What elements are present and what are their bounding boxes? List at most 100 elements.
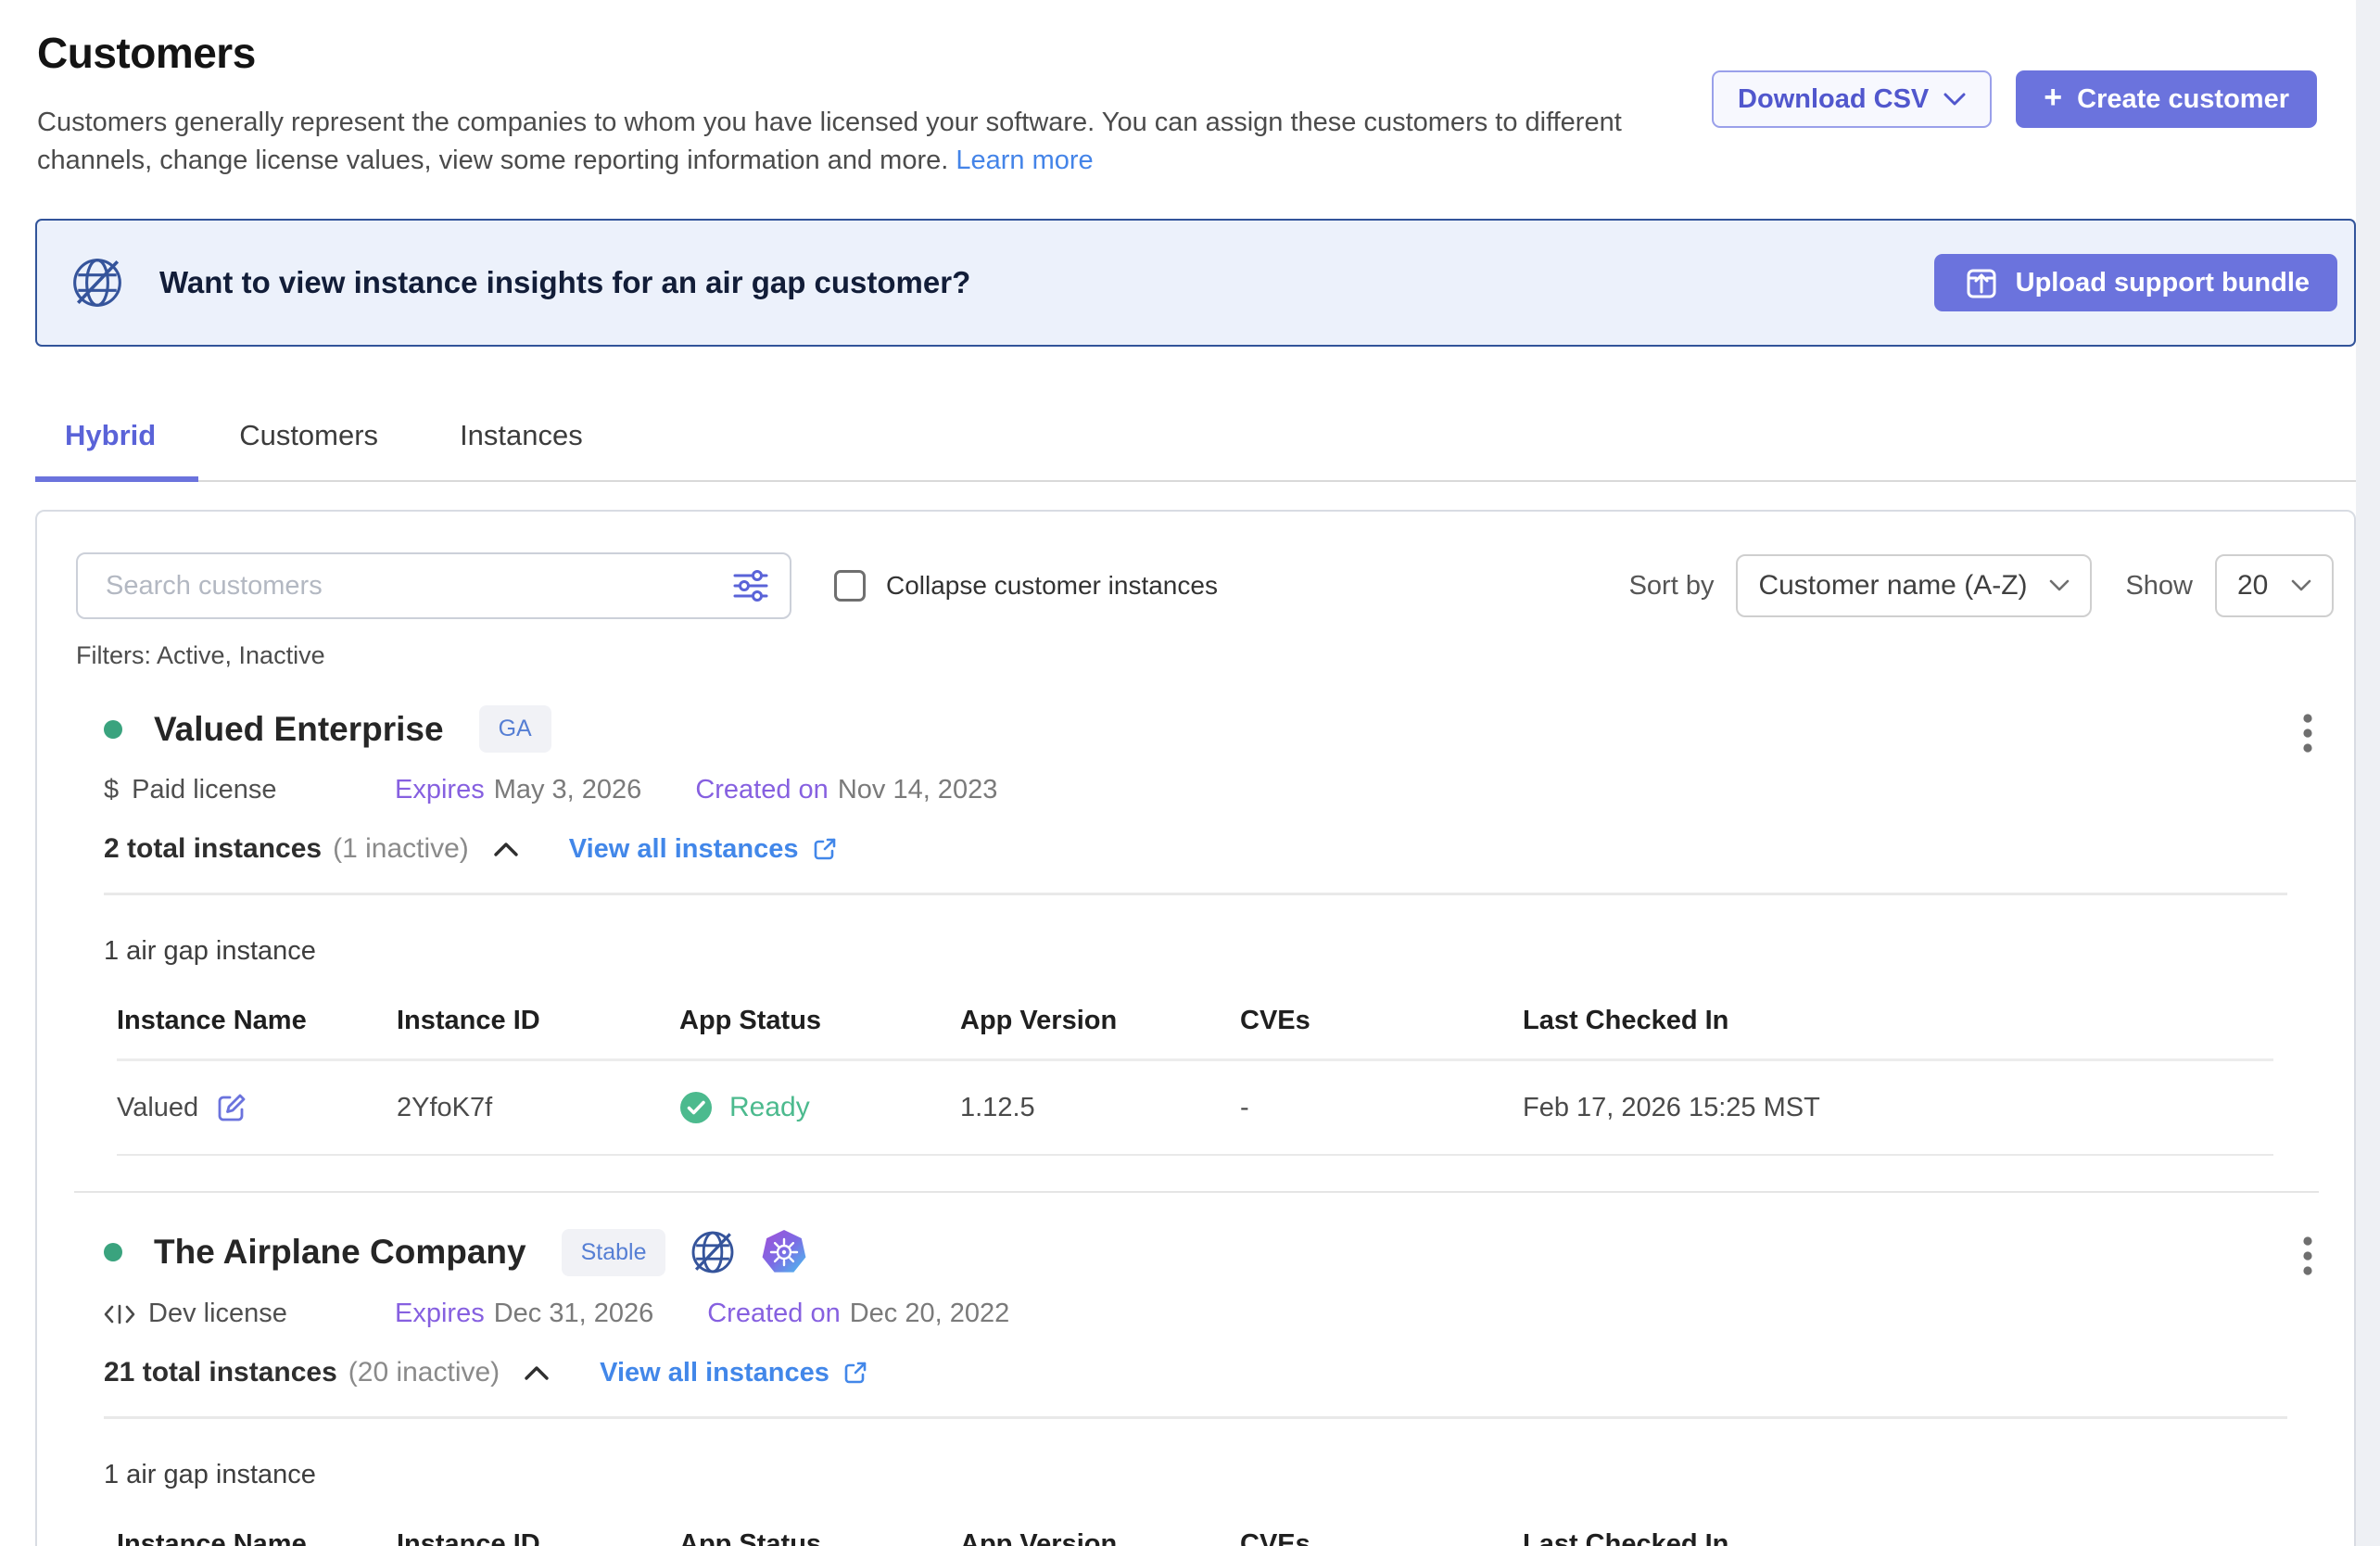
upload-icon: [1962, 263, 2001, 302]
instances-summary-row: 21 total instances (20 inactive) View al…: [104, 1357, 2317, 1388]
airgap-insights-banner: Want to view instance insights for an ai…: [35, 219, 2356, 347]
instance-name: Valued: [117, 1093, 198, 1123]
tab-customers[interactable]: Customers: [198, 395, 419, 480]
show-select[interactable]: 20: [2215, 554, 2334, 617]
filter-sliders-icon[interactable]: [732, 567, 769, 604]
page-description: Customers generally represent the compan…: [37, 104, 1696, 180]
collapse-instances-label: Collapse customer instances: [886, 571, 1218, 601]
instance-id: 2YfoK7f: [397, 1060, 679, 1156]
instances-total: 2 total instances: [104, 833, 322, 865]
license-type: Dev license: [104, 1299, 395, 1329]
customer-section-airplane-company: The Airplane Company Stable: [104, 1228, 2317, 1546]
download-csv-label: Download CSV: [1738, 84, 1929, 115]
col-header-instance-id: Instance ID: [397, 1511, 679, 1546]
view-all-instances-link[interactable]: View all instances: [569, 834, 838, 865]
customer-meta-row: $ Paid license ExpiresMay 3, 2026 Create…: [104, 775, 2317, 805]
created-on-date: Dec 20, 2022: [850, 1299, 1010, 1328]
sort-select-value: Customer name (A-Z): [1758, 570, 2027, 602]
license-type-label: Dev license: [148, 1299, 287, 1329]
channel-badge: GA: [479, 705, 551, 753]
dollar-icon: $: [104, 775, 119, 805]
airgap-globe-icon: [70, 256, 124, 310]
airgap-instance-heading: 1 air gap instance: [104, 936, 2317, 967]
cves-value: -: [1240, 1060, 1523, 1156]
airgap-instances-table: Instance Name Instance ID App Status App…: [117, 1511, 2273, 1546]
chevron-down-icon: [1943, 93, 1966, 107]
plus-icon: +: [2044, 82, 2062, 113]
show-select-value: 20: [2237, 570, 2268, 602]
upload-support-bundle-button[interactable]: Upload support bundle: [1934, 254, 2337, 311]
col-header-app-version: App Version: [960, 987, 1240, 1060]
learn-more-link[interactable]: Learn more: [956, 146, 1093, 175]
customer-header: The Airplane Company Stable: [104, 1228, 2317, 1276]
table-row: Valued 2YfoK7f: [117, 1060, 2273, 1156]
page-description-text: Customers generally represent the compan…: [37, 108, 1622, 175]
created-pair: Created on Dec 20, 2022: [707, 1299, 1009, 1329]
view-all-instances-link[interactable]: View all instances: [600, 1358, 868, 1388]
col-header-app-version: App Version: [960, 1511, 1240, 1546]
chevron-down-icon: [2291, 579, 2311, 592]
toolbar: Collapse customer instances Sort by Cust…: [37, 552, 2354, 619]
last-checked-in: Feb 17, 2026 15:25 MST: [1523, 1060, 2273, 1156]
external-link-icon: [842, 1360, 868, 1386]
chevron-up-icon[interactable]: [489, 838, 523, 861]
app-version: 1.12.5: [960, 1060, 1240, 1156]
expires-pair: Expires Dec 31, 2026: [395, 1299, 653, 1329]
view-all-instances-label: View all instances: [600, 1358, 829, 1388]
col-header-last-checked-in: Last Checked In: [1523, 1511, 2273, 1546]
section-divider: [104, 893, 2287, 895]
customer-name[interactable]: The Airplane Company: [154, 1233, 526, 1272]
tab-hybrid[interactable]: Hybrid: [35, 395, 198, 480]
collapse-instances-control: Collapse customer instances: [834, 570, 1218, 602]
col-header-cves: CVEs: [1240, 1511, 1523, 1546]
collapse-instances-checkbox[interactable]: [834, 570, 866, 602]
airgap-instances-table: Instance Name Instance ID App Status App…: [117, 987, 2273, 1156]
sort-by-label: Sort by: [1629, 571, 1715, 602]
customer-header: Valued Enterprise GA: [104, 705, 2317, 753]
edit-icon[interactable]: [215, 1091, 248, 1124]
page-header: Customers Customers generally represent …: [0, 0, 2380, 180]
create-customer-button[interactable]: + Create customer: [2016, 70, 2317, 128]
external-link-icon: [812, 836, 838, 862]
table-header-row: Instance Name Instance ID App Status App…: [117, 987, 2273, 1060]
instances-inactive: (20 inactive): [348, 1357, 500, 1388]
kubernetes-icon: [760, 1228, 808, 1276]
col-header-instance-name: Instance Name: [117, 1511, 397, 1546]
customer-meta-row: Dev license Expires Dec 31, 2026 Created …: [104, 1299, 2317, 1329]
expires-date: Dec 31, 2026: [494, 1299, 654, 1328]
customer-name[interactable]: Valued Enterprise: [154, 710, 444, 749]
col-header-cves: CVEs: [1240, 987, 1523, 1060]
download-csv-button[interactable]: Download CSV: [1712, 70, 1992, 128]
expires-pair: Expires May 3, 2026: [395, 775, 641, 805]
airgap-globe-icon: [690, 1229, 736, 1275]
instances-total: 21 total instances: [104, 1357, 337, 1388]
tab-instances[interactable]: Instances: [419, 395, 624, 480]
created-on-label: Created on: [707, 1299, 841, 1328]
create-customer-label: Create customer: [2077, 84, 2289, 115]
expires-label: Expires: [395, 1299, 485, 1328]
check-circle-icon: [679, 1091, 713, 1124]
kebab-menu-icon[interactable]: [2293, 1232, 2323, 1288]
expires-date: May 3, 2026: [494, 775, 642, 805]
col-header-instance-id: Instance ID: [397, 987, 679, 1060]
tab-bar: Hybrid Customers Instances: [35, 395, 2356, 482]
header-actions: Download CSV + Create customer: [1712, 70, 2317, 128]
col-header-app-status: App Status: [679, 987, 960, 1060]
upload-support-bundle-label: Upload support bundle: [2016, 268, 2310, 298]
sort-select[interactable]: Customer name (A-Z): [1736, 554, 2092, 617]
active-status-dot: [104, 720, 122, 739]
license-type: $ Paid license: [104, 775, 395, 805]
page-right-gutter: [2356, 0, 2380, 1546]
instances-inactive: (1 inactive): [333, 833, 469, 865]
created-on-date: Nov 14, 2023: [838, 775, 998, 805]
customers-panel: Collapse customer instances Sort by Cust…: [35, 510, 2356, 1546]
banner-title: Want to view instance insights for an ai…: [159, 265, 970, 300]
channel-badge: Stable: [562, 1229, 666, 1276]
expires-label: Expires: [395, 775, 485, 805]
chevron-up-icon[interactable]: [520, 1362, 553, 1385]
col-header-instance-name: Instance Name: [117, 987, 397, 1060]
kebab-menu-icon[interactable]: [2293, 709, 2323, 766]
app-status: Ready: [729, 1092, 810, 1123]
search-input[interactable]: [76, 552, 791, 619]
active-filters-text: Filters: Active, Inactive: [37, 641, 2354, 670]
